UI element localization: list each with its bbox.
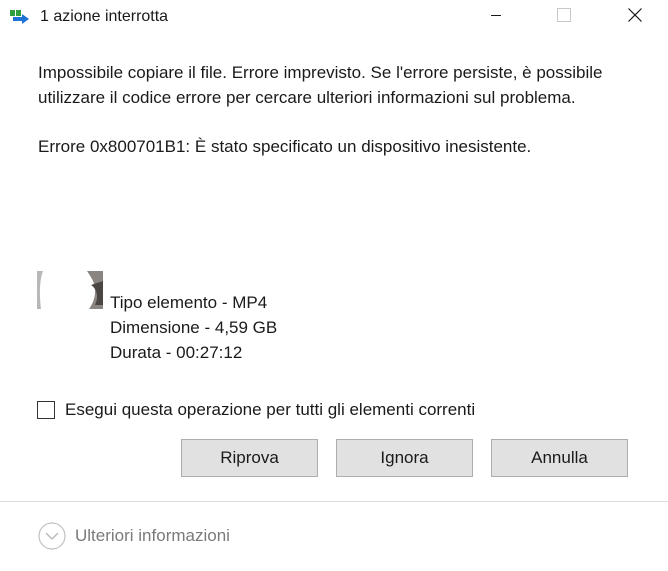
apply-to-all-label[interactable]: Esegui questa operazione per tutti gli e… (65, 400, 475, 420)
more-info-label[interactable]: Ulteriori informazioni (75, 526, 230, 546)
file-size: Dimensione - 4,59 GB (110, 318, 278, 337)
maximize-button (541, 0, 587, 34)
apply-to-all-checkbox[interactable] (37, 401, 55, 419)
minimize-button[interactable] (473, 0, 519, 34)
retry-button[interactable]: Riprova (181, 439, 318, 477)
copy-transfer-icon (10, 9, 32, 25)
error-message: Impossibile copiare il file. Errore impr… (38, 63, 603, 107)
divider (0, 501, 668, 502)
file-duration: Durata - 00:27:12 (110, 343, 243, 362)
maximize-icon (557, 7, 571, 27)
title-bar: 1 azione interrotta (0, 0, 668, 34)
ignore-button[interactable]: Ignora (336, 439, 473, 477)
window-title: 1 azione interrotta (40, 8, 169, 25)
apply-to-all-row[interactable]: Esegui questa operazione per tutti gli e… (37, 400, 475, 420)
more-info-toggle[interactable]: Ulteriori informazioni (38, 522, 230, 550)
cancel-button[interactable]: Annulla (491, 439, 628, 477)
close-button[interactable] (612, 0, 658, 34)
chevron-down-circle-icon[interactable] (38, 522, 66, 550)
error-code: Errore 0x800701B1: È stato specificato u… (38, 137, 532, 156)
file-thumbnail (37, 271, 103, 309)
minimize-icon (490, 8, 502, 26)
file-details: Tipo elemento - MP4 Dimensione - 4,59 GB… (110, 290, 277, 365)
close-icon (628, 7, 642, 27)
file-type: Tipo elemento - MP4 (110, 293, 268, 312)
error-dialog: 1 azione interrotta Impossibile copiare … (0, 0, 668, 571)
